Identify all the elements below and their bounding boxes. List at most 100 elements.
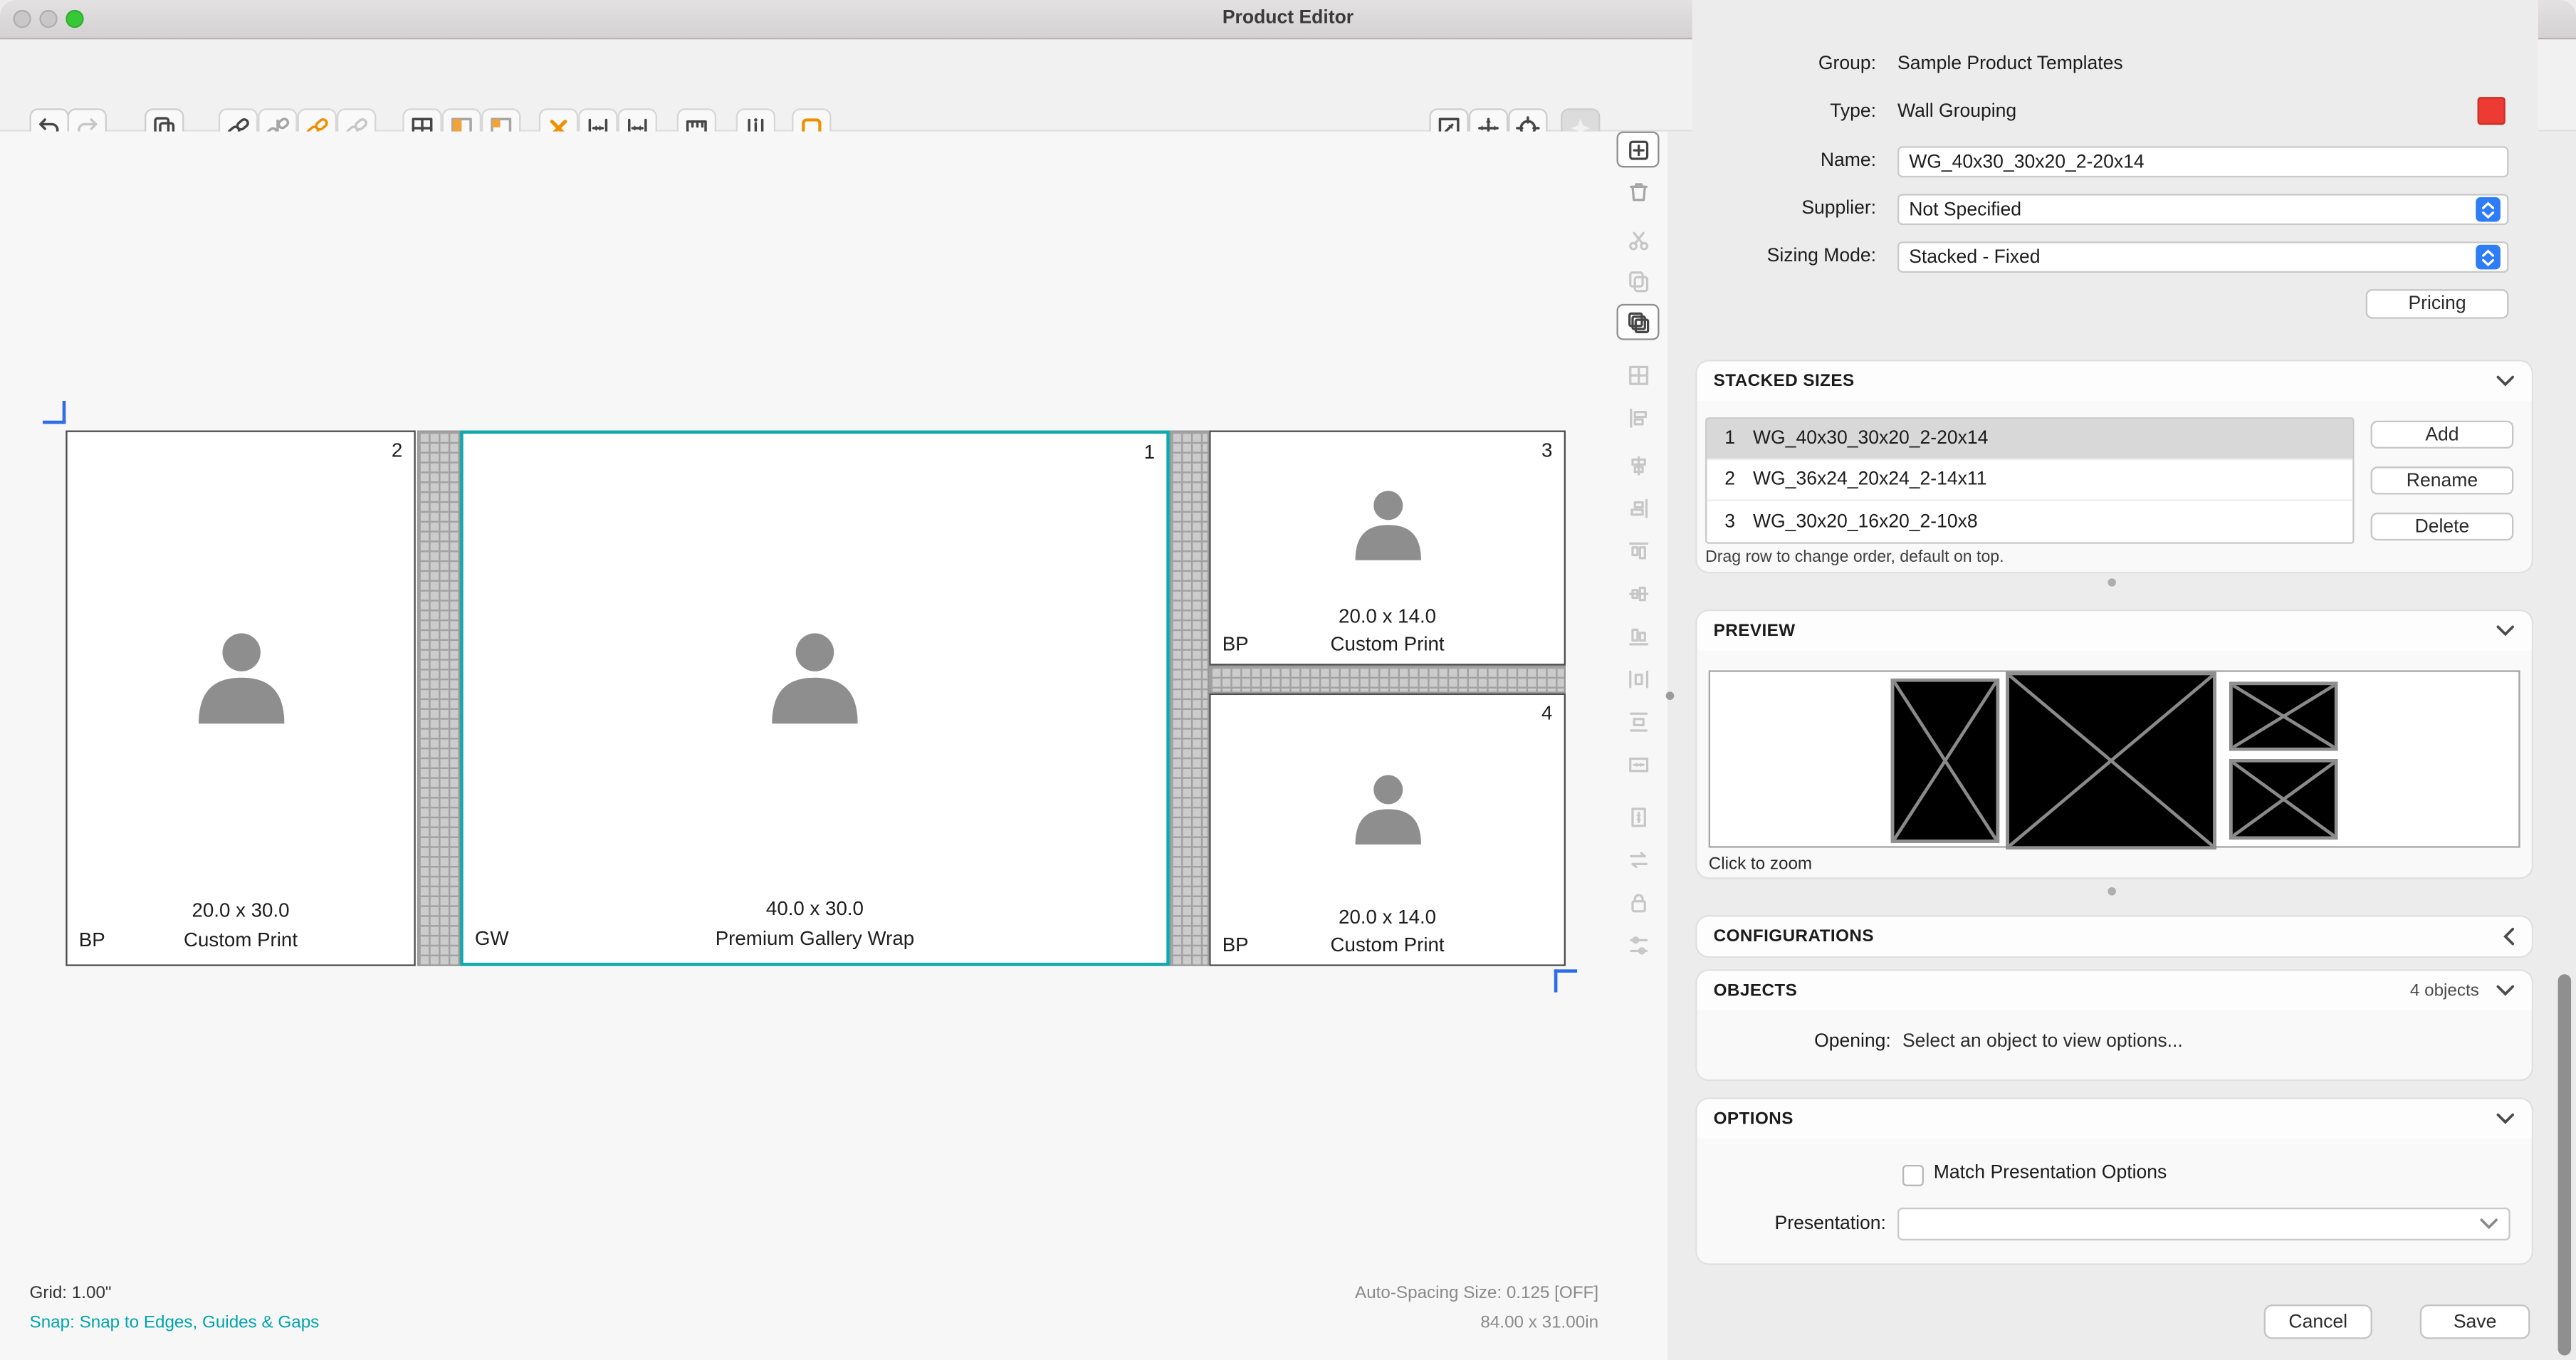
delete-object-button[interactable]: [1616, 172, 1659, 209]
page-indicator-dot: [2108, 886, 2116, 896]
options-header[interactable]: OPTIONS: [1697, 1099, 2532, 1139]
row-number: 1: [1724, 429, 1736, 449]
delete-size-button[interactable]: Delete: [2370, 512, 2514, 541]
add-size-button[interactable]: Add: [2370, 420, 2514, 449]
frame-2[interactable]: 2 20.0 x 30.0 Custom Print BP: [66, 430, 416, 966]
stacked-size-row[interactable]: 2 WG_36x24_20x24_2-14x11: [1707, 460, 2353, 501]
align-center-button[interactable]: [1616, 447, 1659, 483]
lock-object-button[interactable]: [1616, 884, 1659, 920]
frame-size-label: 20.0 x 14.0: [1339, 605, 1437, 628]
presentation-select[interactable]: [1897, 1207, 2510, 1241]
swap-icon: [1629, 851, 1647, 868]
row-number: 2: [1724, 469, 1736, 490]
configurations-header[interactable]: CONFIGURATIONS: [1697, 916, 2532, 956]
swap-objects-button[interactable]: [1616, 841, 1659, 877]
frame-size-label: 20.0 x 14.0: [1339, 905, 1437, 929]
duplicate-stack-button[interactable]: [1616, 303, 1660, 340]
objects-header[interactable]: OBJECTS 4 objects: [1697, 971, 2532, 1011]
match-height-button[interactable]: [1616, 798, 1659, 835]
align-left-button[interactable]: [1616, 399, 1659, 436]
chevron-down-icon: [2496, 625, 2515, 637]
copy-icon: [1628, 270, 1648, 292]
supplier-select[interactable]: Not Specified: [1897, 194, 2509, 226]
cancel-button[interactable]: Cancel: [2263, 1304, 2372, 1339]
rename-size-button[interactable]: Rename: [2370, 466, 2514, 495]
row-name: WG_36x24_20x24_2-14x11: [1752, 469, 1987, 490]
frame-1-selected[interactable]: 1 40.0 x 30.0 Premium Gallery Wrap GW: [460, 430, 1170, 966]
type-label: Type:: [1830, 102, 1877, 122]
type-color-swatch[interactable]: [2477, 97, 2506, 125]
frame-code-label: BP: [1222, 933, 1249, 956]
add-frame-icon: [1628, 140, 1648, 159]
object-settings-button[interactable]: [1616, 926, 1659, 963]
properties-panel: Group: Sample Product Templates Type: Wa…: [1692, 0, 2538, 1360]
cut-object-button[interactable]: [1616, 221, 1659, 258]
frame-product-label: Custom Print: [183, 928, 298, 951]
opening-label: Opening:: [1814, 1032, 1891, 1052]
align-top-icon: [1628, 541, 1648, 559]
group-value: Sample Product Templates: [1897, 54, 2123, 74]
row-number: 3: [1724, 511, 1736, 532]
align-middle-button[interactable]: [1616, 575, 1659, 612]
match-width-button[interactable]: [1616, 746, 1659, 783]
group-label: Group:: [1818, 54, 1877, 74]
frame-4[interactable]: 4 20.0 x 14.0 Custom Print BP: [1209, 693, 1566, 966]
layout-grid-icon: [1628, 365, 1648, 385]
layout-grid-button[interactable]: [1616, 357, 1659, 393]
panel-splitter-handle[interactable]: [1665, 691, 1675, 700]
distribute-vertical-icon: [1629, 711, 1647, 731]
supplier-value: Not Specified: [1909, 199, 2022, 220]
sizing-mode-label: Sizing Mode:: [1766, 246, 1877, 266]
stacked-sizes-header[interactable]: STACKED SIZES: [1697, 361, 2532, 402]
name-input[interactable]: [1897, 146, 2509, 178]
product-editor-window: Product Editor 2 20.0 x 30.0 Custom Prin…: [0, 0, 2576, 1360]
chevron-down-icon: [2480, 1218, 2498, 1230]
distribute-horizontal-button[interactable]: [1616, 661, 1659, 697]
stacked-size-row[interactable]: 1 WG_40x30_30x20_2-20x14: [1707, 419, 2353, 461]
configurations-title: CONFIGURATIONS: [1713, 926, 1875, 947]
frame-number: 4: [1541, 701, 1553, 725]
spacing-gap-vertical[interactable]: [1169, 430, 1210, 966]
spacing-gap-vertical[interactable]: [417, 430, 461, 966]
frame-3[interactable]: 3 20.0 x 14.0 Custom Print BP: [1209, 430, 1566, 666]
frame-product-label: Premium Gallery Wrap: [715, 926, 915, 950]
row-name: WG_40x30_30x20_2-20x14: [1752, 429, 1989, 449]
pricing-button[interactable]: Pricing: [2365, 289, 2509, 319]
distribute-vertical-button[interactable]: [1616, 703, 1659, 740]
spacing-gap-horizontal[interactable]: [1209, 665, 1566, 694]
align-bottom-icon: [1628, 627, 1648, 645]
click-to-zoom-caption[interactable]: Click to zoom: [1709, 854, 1812, 874]
sliders-icon: [1629, 936, 1647, 954]
row-name: WG_30x20_16x20_2-10x8: [1752, 511, 1978, 532]
copy-object-button[interactable]: [1616, 263, 1659, 299]
match-width-icon: [1628, 756, 1648, 772]
frame-number: 2: [391, 439, 403, 462]
chevron-down-icon: [2496, 375, 2515, 387]
frame-code-label: GW: [474, 926, 509, 950]
person-placeholder-icon: [1348, 774, 1427, 853]
sizing-mode-select[interactable]: Stacked - Fixed: [1897, 241, 2509, 273]
page-indicator-dot: [2108, 578, 2116, 587]
name-label: Name:: [1820, 151, 1877, 171]
add-object-button[interactable]: [1616, 131, 1660, 168]
align-top-button[interactable]: [1616, 533, 1659, 569]
frame-size-label: 20.0 x 30.0: [192, 899, 290, 922]
match-presentation-checkbox[interactable]: [1902, 1164, 1924, 1186]
options-section: OPTIONS Match Presentation Options Prese…: [1697, 1099, 2532, 1264]
panel-scrollbar[interactable]: [2557, 974, 2572, 1356]
save-button[interactable]: Save: [2419, 1304, 2530, 1339]
align-bottom-button[interactable]: [1616, 618, 1659, 654]
sizing-mode-value: Stacked - Fixed: [1909, 247, 2041, 267]
snap-status[interactable]: Snap: Snap to Edges, Guides & Gaps: [30, 1313, 320, 1333]
preview-header[interactable]: PREVIEW: [1697, 611, 2532, 651]
stacked-sizes-section: STACKED SIZES 1 WG_40x30_30x20_2-20x14 2…: [1697, 361, 2532, 572]
configurations-section: CONFIGURATIONS: [1697, 916, 2532, 956]
preview-frame-thumbnail: [2006, 671, 2216, 849]
align-middle-icon: [1628, 585, 1648, 601]
stacked-size-row[interactable]: 3 WG_30x20_16x20_2-10x8: [1707, 501, 2352, 543]
trash-icon: [1629, 182, 1647, 201]
preview-image[interactable]: [1708, 670, 2520, 849]
preview-frame-thumbnail: [2229, 759, 2338, 840]
frame-product-label: Custom Print: [1330, 933, 1445, 956]
align-right-button[interactable]: [1616, 490, 1659, 526]
